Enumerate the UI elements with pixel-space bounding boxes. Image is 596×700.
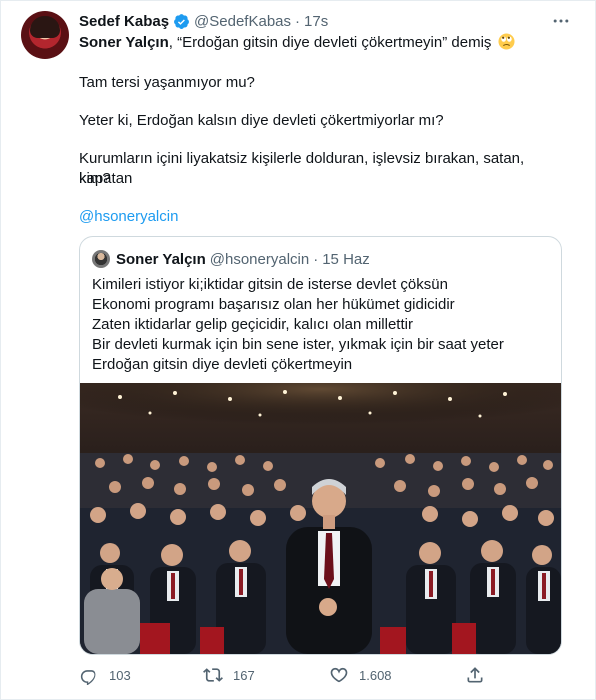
- verified-badge-icon: [174, 13, 189, 29]
- like-count: 1.608: [359, 667, 392, 683]
- tweet-header: Sedef Kabaş @SedefKabas · 17s: [79, 11, 328, 31]
- quoted-tweet[interactable]: Soner Yalçın @hsoneryalcin · 15 Haz Kimi…: [79, 236, 562, 655]
- quoted-header-separator: ·: [313, 250, 319, 268]
- face-with-rolling-eyes-emoji: [498, 33, 515, 50]
- quoted-line: Bir devleti kurmak için bin sene ister, …: [92, 336, 504, 353]
- quoted-author-name: Soner Yalçın: [116, 250, 206, 268]
- tweet-lead-line: Soner Yalçın, “Erdoğan gitsin diye devle…: [79, 33, 575, 53]
- reply-count: 103: [109, 667, 131, 683]
- quoted-author-handle: @hsoneryalcin: [209, 250, 310, 268]
- like-heart-icon: [330, 667, 348, 683]
- reply-icon: [80, 670, 96, 685]
- more-horizontal-icon[interactable]: [551, 11, 571, 31]
- lead-quote-text: , “Erdoğan gitsin diye devleti çökertmey…: [168, 34, 492, 51]
- share-button[interactable]: [465, 665, 495, 685]
- tweet-timestamp[interactable]: 17s: [304, 13, 328, 30]
- share-icon: [467, 667, 483, 683]
- quoted-line: Kimileri istiyor ki;iktidar gitsin de is…: [92, 276, 448, 293]
- retweet-count: 167: [233, 667, 255, 683]
- quoted-line: Ekonomi programı başarısız olan her hükü…: [92, 296, 455, 313]
- quoted-tweet-photo[interactable]: [80, 383, 561, 654]
- tweet-paragraph-2: Yeter ki, Erdoğan kalsın diye devleti çö…: [79, 112, 444, 129]
- author-name[interactable]: Sedef Kabaş: [79, 13, 169, 30]
- lead-name: Soner Yalçın: [79, 34, 169, 51]
- quoted-line: Zaten iktidarlar gelip geçicidir, kalıcı…: [92, 316, 413, 333]
- quoted-author-avatar: [92, 250, 110, 268]
- quoted-tweet-header: Soner Yalçın @hsoneryalcin · 15 Haz: [92, 249, 370, 269]
- tweet-paragraph-3-line-2: kim?: [79, 170, 111, 187]
- retweet-icon: [203, 668, 223, 682]
- quoted-tweet-text: Kimileri istiyor ki;iktidar gitsin de is…: [92, 275, 504, 375]
- reply-button[interactable]: 103: [79, 665, 131, 685]
- quoted-tweet-timestamp: 15 Haz: [322, 250, 370, 268]
- mention-link[interactable]: @hsoneryalcin: [79, 207, 575, 227]
- author-avatar[interactable]: [21, 11, 69, 59]
- tweet-actions: 103 167 1.608: [79, 661, 579, 691]
- tweet-paragraph-1: Tam tersi yaşanmıyor mu?: [79, 74, 255, 91]
- retweet-button[interactable]: 167: [203, 665, 255, 685]
- quoted-line: Erdoğan gitsin diye devleti çökertmeyin: [92, 356, 353, 373]
- header-separator: ·: [295, 12, 301, 30]
- author-handle[interactable]: @SedefKabas: [194, 13, 291, 30]
- tweet-card[interactable]: Sedef Kabaş @SedefKabas · 17s Soner Yalç…: [0, 0, 596, 700]
- like-button[interactable]: 1.608: [329, 665, 392, 685]
